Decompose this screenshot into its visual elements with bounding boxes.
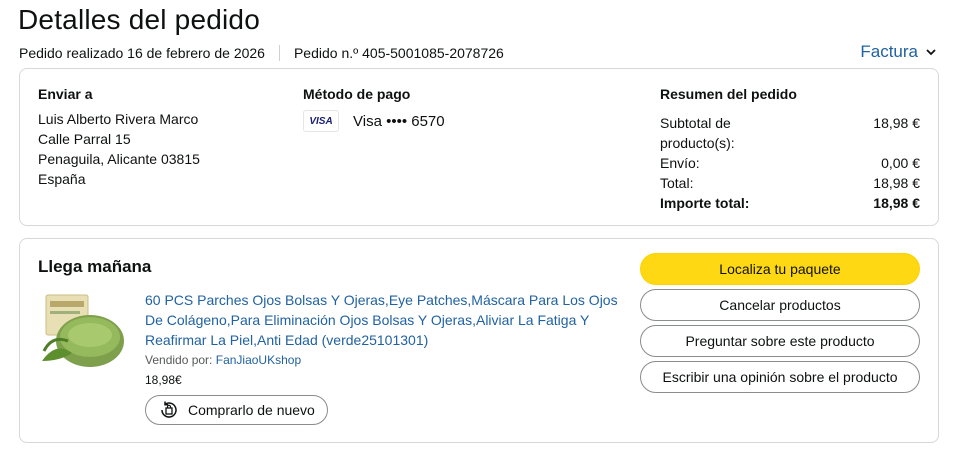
summary-row: Subtotal de producto(s): 18,98 € <box>660 113 920 153</box>
summary-value: 18,98 € <box>873 195 920 211</box>
address-line: Luis Alberto Rivera Marco <box>38 111 199 127</box>
invoice-dropdown[interactable]: Factura <box>860 42 938 62</box>
meta-divider <box>278 45 280 61</box>
invoice-label: Factura <box>860 42 918 61</box>
order-meta: Pedido realizado 16 de febrero de 2026 P… <box>19 45 504 61</box>
reorder-bag-icon <box>161 401 177 418</box>
seller-link[interactable]: FanJiaoUKshop <box>216 353 301 367</box>
page-title: Detalles del pedido <box>18 4 260 35</box>
ask-product-question-button[interactable]: Preguntar sobre este producto <box>640 325 920 357</box>
chevron-down-icon <box>926 49 936 56</box>
summary-value: 0,00 € <box>881 155 920 171</box>
address-line: España <box>38 171 86 187</box>
cancel-items-button[interactable]: Cancelar productos <box>640 289 920 321</box>
payment-title: Método de pago <box>303 86 411 102</box>
summary-title: Resumen del pedido <box>660 86 797 102</box>
order-number: Pedido n.º 405-5001085-2078726 <box>293 45 504 61</box>
seller-info: Vendido por: FanJiaoUKshop <box>145 353 301 367</box>
track-package-button[interactable]: Localiza tu paquete <box>640 253 920 285</box>
summary-value: 18,98 € <box>873 115 920 131</box>
product-title-link[interactable]: 60 PCS Parches Ojos Bolsas Y Ojeras,Eye … <box>145 290 635 350</box>
buy-again-button[interactable]: Comprarlo de nuevo <box>145 395 328 425</box>
shipping-address: Luis Alberto Rivera Marco Calle Parral 1… <box>38 109 200 189</box>
shipment-card: Llega mañana 60 PCS Parches Ojos Bolsas … <box>19 238 939 443</box>
product-image[interactable] <box>38 291 130 375</box>
summary-row: Total: 18,98 € <box>660 173 920 193</box>
buy-again-label: Comprarlo de nuevo <box>188 402 315 418</box>
summary-row: Envío: 0,00 € <box>660 153 920 173</box>
summary-label: Importe total: <box>660 195 750 211</box>
order-summary: Subtotal de producto(s): 18,98 € Envío: … <box>660 113 920 213</box>
order-info-card: Enviar a Luis Alberto Rivera Marco Calle… <box>19 68 939 226</box>
summary-label: Total: <box>660 175 694 191</box>
summary-value: 18,98 € <box>873 175 920 191</box>
visa-card-icon: VISA <box>303 110 339 132</box>
summary-row-total: Importe total: 18,98 € <box>660 193 920 213</box>
summary-label: Subtotal de producto(s): <box>660 115 735 151</box>
order-date: Pedido realizado 16 de febrero de 2026 <box>19 45 265 61</box>
address-line: Penaguila, Alicante 03815 <box>38 151 200 167</box>
payment-method: VISA Visa •••• 6570 <box>303 110 445 132</box>
delivery-status: Llega mañana <box>38 257 152 276</box>
seller-prefix: Vendido por: <box>145 353 213 367</box>
card-text: Visa •••• 6570 <box>353 112 445 130</box>
address-line: Calle Parral 15 <box>38 131 131 147</box>
summary-label: Envío: <box>660 155 700 171</box>
product-price: 18,98€ <box>145 373 182 387</box>
shipping-title: Enviar a <box>38 86 93 102</box>
write-review-button[interactable]: Escribir una opinión sobre el producto <box>640 361 920 393</box>
